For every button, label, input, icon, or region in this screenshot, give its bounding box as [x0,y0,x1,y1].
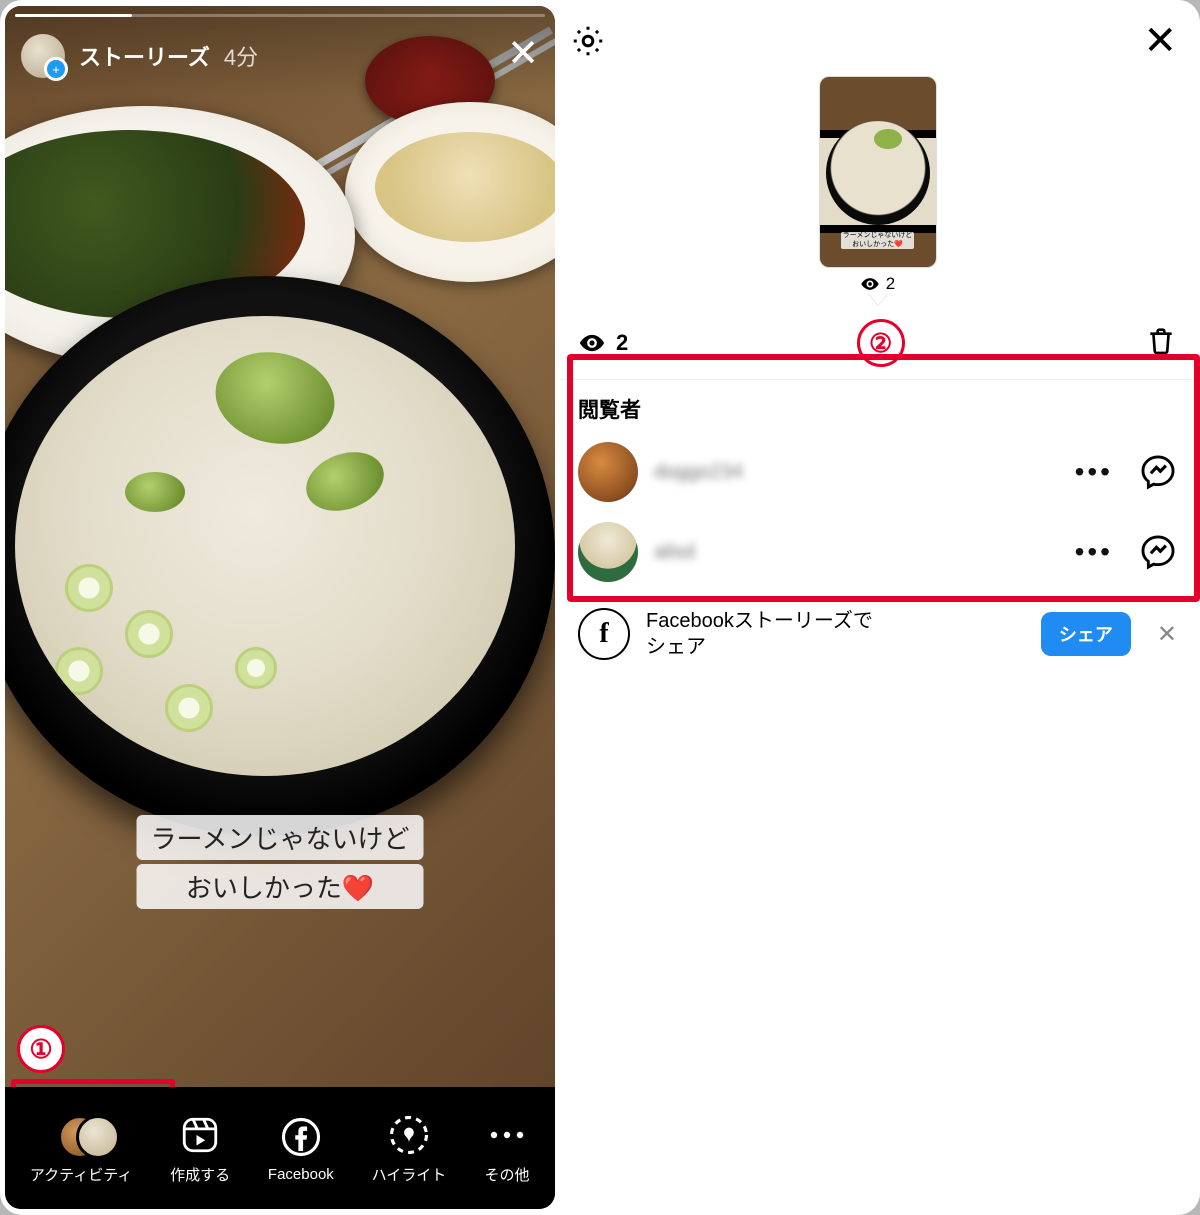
story-image [5,6,555,1209]
activity-viewers-icon [58,1113,104,1157]
thumbnail-view-count: 2 [860,274,895,294]
split-panes: + ストーリーズ 4分 ✕ ラーメンじゃないけど おいしかった❤️ ① アクティ… [0,0,1200,1215]
facebook-label: Facebook [268,1166,334,1183]
delete-story-button[interactable] [1145,325,1177,362]
thumbnail-selector-pointer [868,293,888,305]
viewer-row[interactable]: alisd ••• [560,512,1195,592]
facebook-icon: f [578,608,630,660]
facebook-share-text: Facebookストーリーズでシェア [646,608,873,660]
viewer-options-button[interactable]: ••• [1075,536,1113,568]
highlight-label: ハイライト [372,1164,447,1185]
viewer-options-button[interactable]: ••• [1075,456,1113,488]
viewer-row[interactable]: doggo234 ••• [560,432,1195,512]
activity-label: アクティビティ [30,1164,132,1185]
settings-button[interactable] [570,23,606,59]
story-timestamp: 4分 [224,40,258,72]
app-canvas: + ストーリーズ 4分 ✕ ラーメンじゃないけど おいしかった❤️ ① アクティ… [0,0,1200,1215]
facebook-share-button[interactable]: Facebook [268,1114,334,1183]
story-viewer-panel: + ストーリーズ 4分 ✕ ラーメンじゃないけど おいしかった❤️ ① アクティ… [5,6,555,1209]
viewer-avatar [578,442,638,502]
create-label: 作成する [170,1164,230,1185]
add-story-badge-icon: + [44,57,68,81]
story-bottom-toolbar: アクティビティ 作成する Facebook ハイライト その他 [5,1087,555,1209]
dismiss-facebook-share-button[interactable]: ✕ [1157,620,1177,649]
more-button[interactable]: その他 [484,1112,530,1185]
story-header: + ストーリーズ 4分 ✕ [5,6,555,96]
message-viewer-button[interactable] [1139,533,1177,571]
activity-button[interactable]: アクティビティ [30,1112,132,1185]
story-title: ストーリーズ [79,40,210,72]
viewers-section-title: 閲覧者 [560,380,1195,432]
story-caption-line2: おいしかった❤️ [137,864,424,909]
annotation-marker-1: ① [17,1025,65,1073]
story-progress-bar [15,14,545,17]
viewer-avatar [578,522,638,582]
viewer-username: alisd [654,541,695,564]
viewers-topbar: ✕ [560,6,1195,76]
close-viewers-button[interactable]: ✕ [1143,18,1177,64]
create-reel-icon [177,1112,223,1158]
story-caption-line1: ラーメンじゃないけど [137,815,424,860]
story-thumbnail[interactable]: ラーメンじゃないけどおいしかった❤️ [819,76,937,268]
create-button[interactable]: 作成する [170,1112,230,1185]
total-views-number: 2 [616,330,628,356]
facebook-icon [278,1114,324,1160]
facebook-share-row: f Facebookストーリーズでシェア シェア ✕ [560,592,1195,676]
close-story-button[interactable]: ✕ [507,35,539,73]
more-label: その他 [485,1164,530,1185]
more-icon [484,1112,530,1158]
story-viewers-panel: ✕ ラーメンじゃないけどおいしかった❤️ 2 2 ② 閲覧者 doggo234 … [560,6,1195,1209]
message-viewer-button[interactable] [1139,453,1177,491]
views-summary-row: 2 ② [560,305,1195,375]
eye-icon [860,276,880,292]
story-thumbnail-strip: ラーメンじゃないけどおいしかった❤️ 2 [560,76,1195,305]
facebook-share-button[interactable]: シェア [1041,612,1131,656]
highlight-icon [386,1112,432,1158]
viewer-username: doggo234 [654,461,743,484]
annotation-marker-2: ② [857,319,905,367]
highlight-button[interactable]: ハイライト [372,1112,447,1185]
thumbnail-view-number: 2 [886,274,895,294]
story-caption: ラーメンじゃないけど おいしかった❤️ [137,811,424,909]
story-author-avatar[interactable]: + [21,34,65,78]
eye-icon [578,332,606,354]
